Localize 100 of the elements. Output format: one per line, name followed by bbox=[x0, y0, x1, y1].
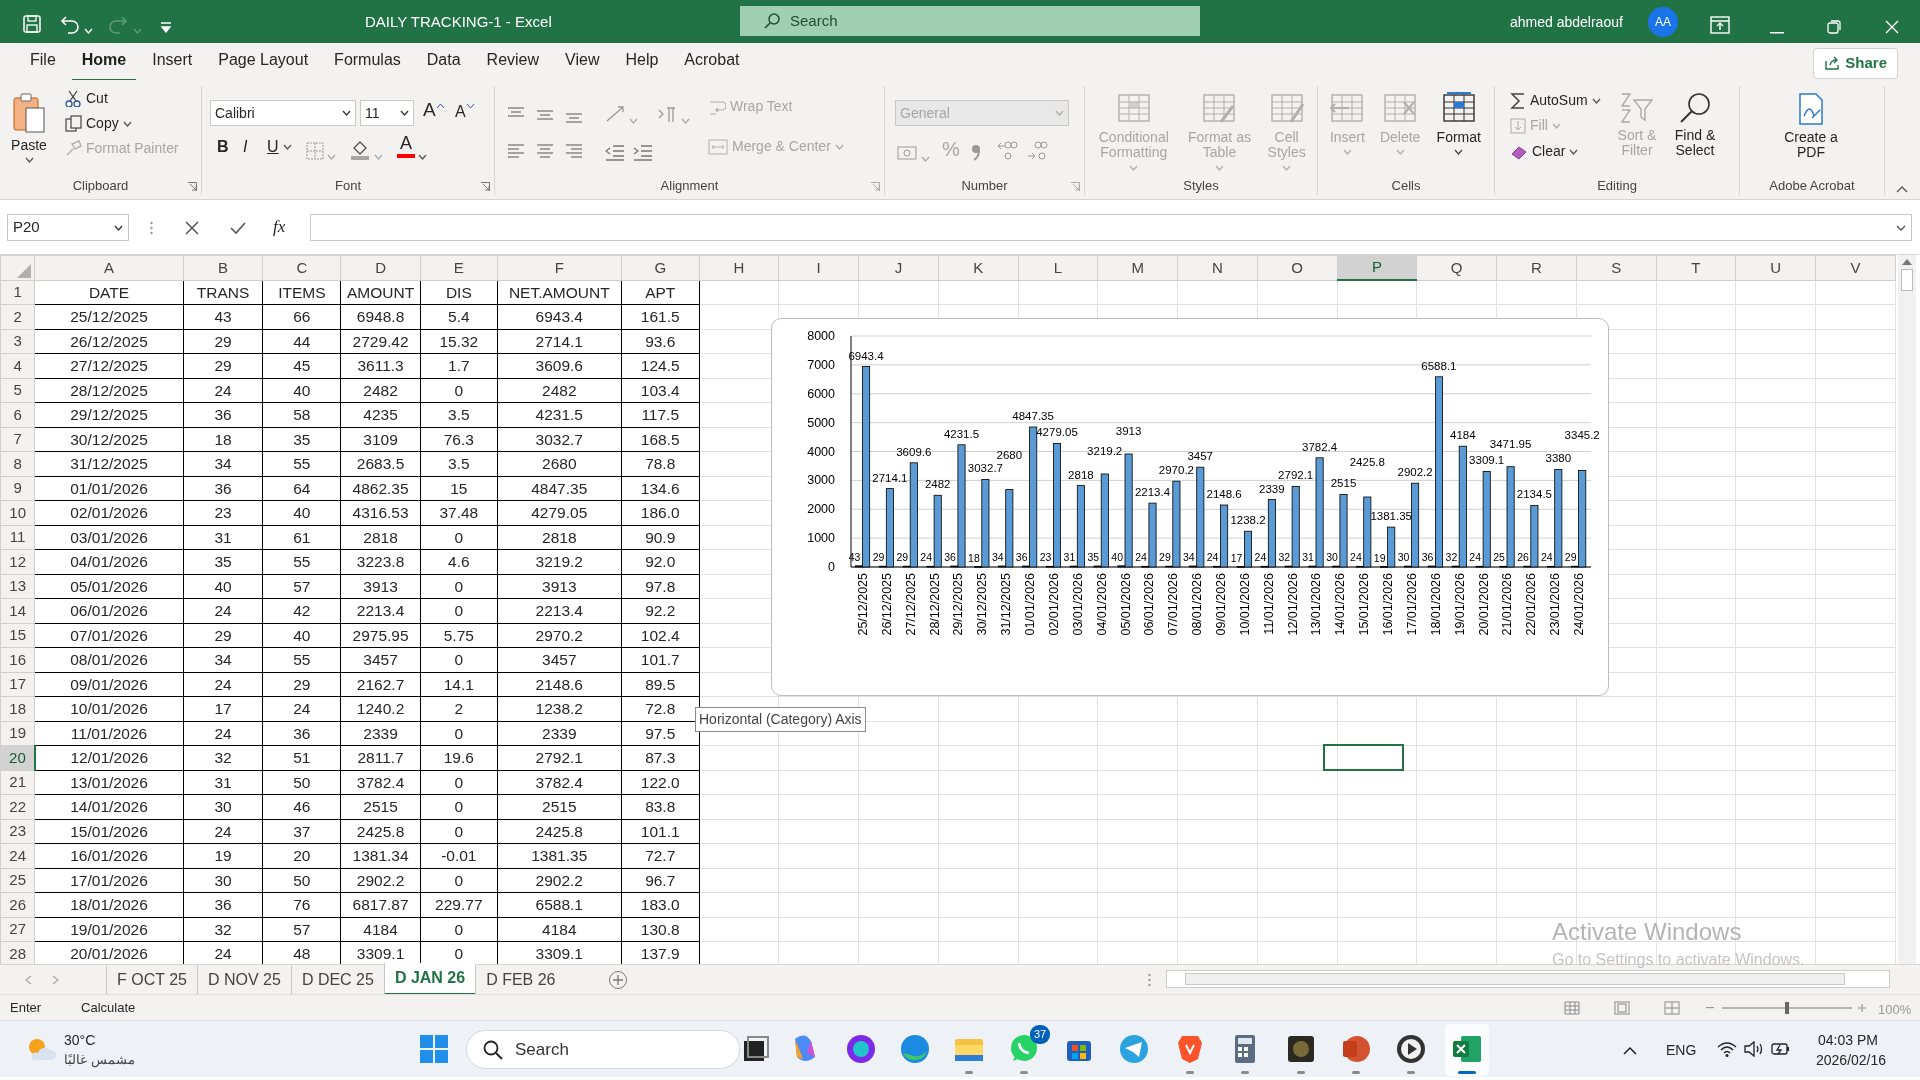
ribbon-tab[interactable]: Data bbox=[416, 41, 471, 82]
row-header[interactable]: 15 bbox=[0, 623, 35, 648]
autosum-button[interactable]: AutoSum bbox=[1507, 90, 1604, 112]
column-header[interactable]: J bbox=[858, 255, 939, 280]
bold-button[interactable]: B bbox=[214, 136, 232, 158]
row-header[interactable]: 23 bbox=[0, 819, 35, 844]
row-header[interactable]: 19 bbox=[0, 721, 35, 746]
row-header[interactable]: 17 bbox=[0, 672, 35, 697]
row-header[interactable]: 6 bbox=[0, 402, 35, 427]
ribbon-tab[interactable]: Review bbox=[476, 41, 550, 82]
table-cell: 2902.2 bbox=[497, 868, 622, 893]
font-size-field[interactable]: 11 bbox=[360, 100, 414, 126]
underline-button[interactable]: U bbox=[264, 136, 295, 158]
row-header[interactable]: 16 bbox=[0, 647, 35, 672]
copy-button[interactable]: Copy bbox=[62, 113, 135, 134]
row-header[interactable]: 25 bbox=[0, 868, 35, 893]
column-header[interactable]: C bbox=[262, 255, 341, 280]
column-header[interactable]: K bbox=[938, 255, 1019, 280]
ribbon-tab[interactable]: Help bbox=[615, 41, 669, 82]
column-header[interactable]: E bbox=[420, 255, 498, 280]
share-button[interactable]: Share bbox=[1813, 48, 1898, 79]
shrink-font-button[interactable]: A bbox=[452, 101, 477, 123]
row-header[interactable]: 7 bbox=[0, 427, 35, 452]
grow-font-button[interactable]: A bbox=[420, 98, 447, 123]
row-header[interactable]: 3 bbox=[0, 329, 35, 354]
font-color-button[interactable]: A bbox=[394, 132, 418, 160]
row-header[interactable]: 26 bbox=[0, 892, 35, 917]
row-header[interactable]: 13 bbox=[0, 574, 35, 599]
row-header[interactable]: 10 bbox=[0, 500, 35, 525]
clock-time[interactable]: 04:03 PM bbox=[1818, 1030, 1878, 1051]
row-header[interactable]: 8 bbox=[0, 451, 35, 476]
insert-function-button[interactable]: fx bbox=[270, 216, 289, 239]
taskbar-search[interactable]: Search bbox=[466, 1030, 740, 1069]
row-header[interactable]: 20 bbox=[0, 745, 35, 770]
row-header[interactable]: 1 bbox=[0, 280, 35, 305]
search-field[interactable]: Search bbox=[740, 6, 1200, 36]
column-header[interactable]: F bbox=[497, 255, 622, 280]
ribbon-tab[interactable]: Insert bbox=[142, 41, 203, 82]
ribbon-tab[interactable]: Formulas bbox=[324, 41, 411, 82]
column-header[interactable]: N bbox=[1177, 255, 1258, 280]
font-name-field[interactable]: Calibri bbox=[210, 100, 356, 126]
clock-date[interactable]: 2026/02/16 bbox=[1816, 1050, 1887, 1071]
column-header[interactable]: M bbox=[1097, 255, 1178, 280]
table-cell: 183.0 bbox=[621, 892, 700, 917]
row-header[interactable]: 18 bbox=[0, 696, 35, 721]
table-cell: 1238.2 bbox=[497, 696, 622, 721]
row-header[interactable]: 9 bbox=[0, 476, 35, 501]
weather-temperature[interactable]: 30°C bbox=[64, 1030, 96, 1051]
find-select-button[interactable]: Find & Select bbox=[1665, 90, 1725, 161]
row-header[interactable]: 24 bbox=[0, 843, 35, 868]
table-cell: 29 bbox=[183, 623, 263, 648]
avatar[interactable]: AA bbox=[1648, 7, 1678, 37]
column-header[interactable]: D bbox=[340, 255, 421, 280]
ribbon-tab[interactable]: File bbox=[20, 41, 66, 82]
format-cells-button[interactable]: Format bbox=[1429, 90, 1488, 158]
table-cell: 3.5 bbox=[420, 402, 498, 427]
column-header[interactable]: U bbox=[1735, 255, 1816, 280]
scissors-button[interactable]: Cut bbox=[62, 88, 111, 109]
column-header[interactable]: T bbox=[1656, 255, 1736, 280]
row-header[interactable]: 2 bbox=[0, 304, 35, 329]
column-header[interactable]: L bbox=[1018, 255, 1098, 280]
data-label: 29 bbox=[1159, 551, 1171, 564]
column-header[interactable]: R bbox=[1496, 255, 1577, 280]
weather-condition[interactable]: مشمس غالبًا bbox=[64, 1050, 135, 1070]
calculate-button[interactable]: Calculate bbox=[81, 997, 136, 1018]
clear-button[interactable]: Clear bbox=[1507, 142, 1582, 162]
row-header[interactable]: 22 bbox=[0, 794, 35, 819]
table-cell: 2213.4 bbox=[340, 598, 421, 623]
ribbon-tab[interactable]: View bbox=[555, 41, 610, 82]
paste-button[interactable]: Paste bbox=[8, 90, 50, 166]
table-cell: 2515 bbox=[497, 794, 622, 819]
table-cell: 101.1 bbox=[621, 819, 700, 844]
name-box[interactable]: P20 bbox=[7, 214, 129, 241]
column-header[interactable]: P bbox=[1337, 255, 1417, 280]
row-header[interactable]: 11 bbox=[0, 525, 35, 550]
row-header[interactable]: 5 bbox=[0, 378, 35, 403]
column-header[interactable]: V bbox=[1815, 255, 1896, 280]
column-header[interactable]: H bbox=[699, 255, 779, 280]
axis-tick-label: 22/01/2026 bbox=[1524, 573, 1539, 636]
row-header[interactable]: 14 bbox=[0, 598, 35, 623]
ribbon-tab[interactable]: Acrobat bbox=[674, 41, 750, 82]
column-header[interactable]: B bbox=[183, 255, 263, 280]
column-header[interactable]: S bbox=[1576, 255, 1657, 280]
column-header[interactable]: I bbox=[778, 255, 859, 280]
sheet-tab[interactable]: D JAN 26 bbox=[383, 963, 476, 996]
row-header[interactable]: 21 bbox=[0, 770, 35, 795]
row-header[interactable]: 28 bbox=[0, 941, 35, 964]
data-label: 18 bbox=[968, 551, 980, 564]
column-header[interactable]: A bbox=[34, 255, 184, 280]
row-header[interactable]: 12 bbox=[0, 549, 35, 574]
column-header[interactable]: Q bbox=[1416, 255, 1497, 280]
data-label: 36 bbox=[944, 551, 956, 563]
italic-button[interactable]: I bbox=[240, 136, 251, 158]
language-indicator[interactable]: ENG bbox=[1666, 1040, 1697, 1061]
create-pdf-button[interactable]: Create a PDF bbox=[1770, 90, 1852, 163]
row-header[interactable]: 4 bbox=[0, 353, 35, 378]
row-header[interactable]: 27 bbox=[0, 917, 35, 942]
ribbon-tab[interactable]: Page Layout bbox=[208, 41, 319, 82]
column-header[interactable]: G bbox=[621, 255, 700, 280]
column-header[interactable]: O bbox=[1257, 255, 1338, 280]
